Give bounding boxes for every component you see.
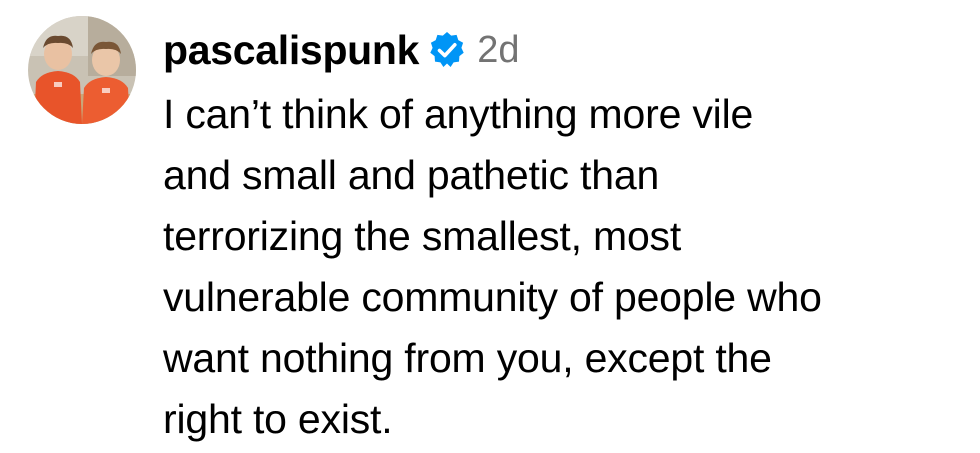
avatar-photo (28, 16, 136, 124)
timestamp[interactable]: 2d (477, 22, 519, 78)
comment-header: pascalispunk 2d (163, 22, 975, 78)
avatar[interactable] (28, 16, 136, 124)
comment-text: I can’t think of anything more vile and … (163, 91, 822, 442)
username-link[interactable]: pascalispunk (163, 22, 419, 78)
comment: pascalispunk 2d I can’t think of anythin… (0, 0, 980, 453)
verified-badge-icon (427, 30, 467, 70)
comment-body: pascalispunk 2d I can’t think of anythin… (163, 22, 975, 450)
